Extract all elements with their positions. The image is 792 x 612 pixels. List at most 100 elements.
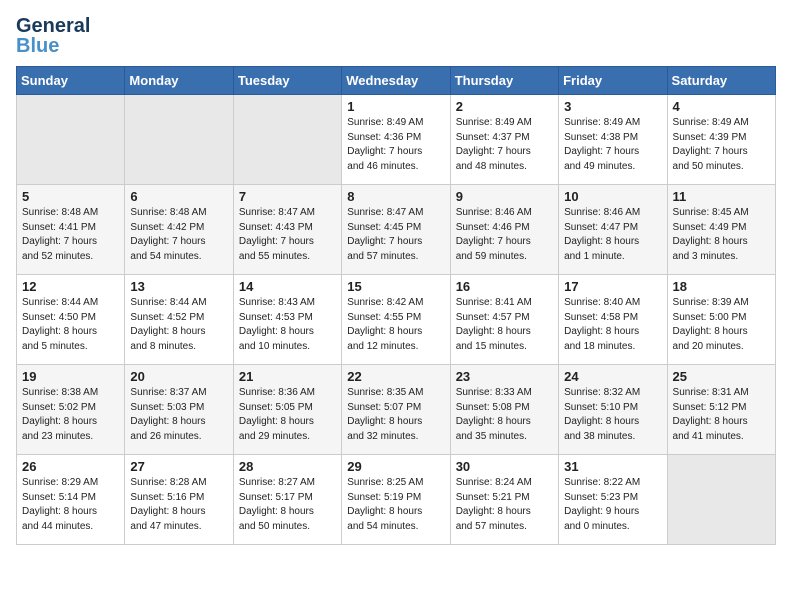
day-info: Sunrise: 8:29 AM Sunset: 5:14 PM Dayligh… (22, 476, 119, 534)
calendar-cell: 4 Sunrise: 8:49 AM Sunset: 4:39 PM Daylig… (667, 95, 775, 185)
day-number: 14 (239, 279, 336, 294)
calendar-cell: 20 Sunrise: 8:37 AM Sunset: 5:03 PM Dayli… (125, 365, 233, 455)
calendar-cell: 17 Sunrise: 8:40 AM Sunset: 4:58 PM Dayli… (559, 275, 667, 365)
day-info: Sunrise: 8:22 AM Sunset: 5:23 PM Dayligh… (564, 476, 661, 534)
day-info: Sunrise: 8:25 AM Sunset: 5:19 PM Dayligh… (347, 476, 444, 534)
day-info: Sunrise: 8:45 AM Sunset: 4:49 PM Dayligh… (673, 206, 770, 264)
calendar-cell (17, 95, 125, 185)
calendar-cell: 19 Sunrise: 8:38 AM Sunset: 5:02 PM Dayli… (17, 365, 125, 455)
day-number: 20 (130, 369, 227, 384)
calendar-cell: 3Sunrise: 8:49 AM Sunset: 4:38 PM Daylig… (559, 95, 667, 185)
calendar-cell: 22 Sunrise: 8:35 AM Sunset: 5:07 PM Dayli… (342, 365, 450, 455)
calendar-cell: 1 Sunrise: 8:49 AM Sunset: 4:36 PM Daylig… (342, 95, 450, 185)
day-info: Sunrise: 8:44 AM Sunset: 4:50 PM Dayligh… (22, 296, 119, 354)
day-info: Sunrise: 8:36 AM Sunset: 5:05 PM Dayligh… (239, 386, 336, 444)
calendar-cell: 18 Sunrise: 8:39 AM Sunset: 5:00 PM Dayli… (667, 275, 775, 365)
day-number: 28 (239, 459, 336, 474)
day-info: Sunrise: 8:44 AM Sunset: 4:52 PM Dayligh… (130, 296, 227, 354)
day-info: Sunrise: 8:28 AM Sunset: 5:16 PM Dayligh… (130, 476, 227, 534)
calendar-cell: 7 Sunrise: 8:47 AM Sunset: 4:43 PM Daylig… (233, 185, 341, 275)
day-info: Sunrise: 8:49 AM Sunset: 4:39 PM Dayligh… (673, 116, 770, 174)
day-number: 31 (564, 459, 661, 474)
day-number: 26 (22, 459, 119, 474)
calendar-cell (667, 455, 775, 545)
day-number: 18 (673, 279, 770, 294)
weekday-header-sunday: Sunday (17, 67, 125, 95)
day-number: 21 (239, 369, 336, 384)
day-info: Sunrise: 8:49 AM Sunset: 4:37 PM Dayligh… (456, 116, 553, 174)
day-number: 19 (22, 369, 119, 384)
day-info: Sunrise: 8:41 AM Sunset: 4:57 PM Dayligh… (456, 296, 553, 354)
calendar-cell: 8 Sunrise: 8:47 AM Sunset: 4:45 PM Daylig… (342, 185, 450, 275)
day-info: Sunrise: 8:48 AM Sunset: 4:41 PM Dayligh… (22, 206, 119, 264)
day-info: Sunrise: 8:46 AM Sunset: 4:47 PM Dayligh… (564, 206, 661, 264)
day-number: 1 (347, 99, 444, 114)
calendar-cell: 23 Sunrise: 8:33 AM Sunset: 5:08 PM Dayli… (450, 365, 558, 455)
calendar-cell: 10 Sunrise: 8:46 AM Sunset: 4:47 PM Dayli… (559, 185, 667, 275)
day-number: 2 (456, 99, 553, 114)
calendar-cell: 29Sunrise: 8:25 AM Sunset: 5:19 PM Dayli… (342, 455, 450, 545)
day-number: 11 (673, 189, 770, 204)
calendar-cell: 26 Sunrise: 8:29 AM Sunset: 5:14 PM Dayli… (17, 455, 125, 545)
calendar-cell: 5 Sunrise: 8:48 AM Sunset: 4:41 PM Daylig… (17, 185, 125, 275)
calendar-cell: 14 Sunrise: 8:43 AM Sunset: 4:53 PM Dayli… (233, 275, 341, 365)
day-info: Sunrise: 8:49 AM Sunset: 4:38 PM Dayligh… (564, 116, 661, 174)
day-number: 15 (347, 279, 444, 294)
weekday-header-tuesday: Tuesday (233, 67, 341, 95)
day-number: 4 (673, 99, 770, 114)
day-number: 24 (564, 369, 661, 384)
day-info: Sunrise: 8:39 AM Sunset: 5:00 PM Dayligh… (673, 296, 770, 354)
calendar-cell: 21 Sunrise: 8:36 AM Sunset: 5:05 PM Dayli… (233, 365, 341, 455)
calendar-cell: 31 Sunrise: 8:22 AM Sunset: 5:23 PM Dayli… (559, 455, 667, 545)
day-number: 7 (239, 189, 336, 204)
week-row-1: 1 Sunrise: 8:49 AM Sunset: 4:36 PM Daylig… (17, 95, 776, 185)
weekday-header-monday: Monday (125, 67, 233, 95)
day-number: 17 (564, 279, 661, 294)
page-header: General Blue (16, 16, 776, 54)
calendar-cell (233, 95, 341, 185)
calendar-cell: 15 Sunrise: 8:42 AM Sunset: 4:55 PM Dayli… (342, 275, 450, 365)
calendar-cell: 2 Sunrise: 8:49 AM Sunset: 4:37 PM Daylig… (450, 95, 558, 185)
day-info: Sunrise: 8:49 AM Sunset: 4:36 PM Dayligh… (347, 116, 444, 174)
day-info: Sunrise: 8:42 AM Sunset: 4:55 PM Dayligh… (347, 296, 444, 354)
day-number: 30 (456, 459, 553, 474)
calendar-cell: 13Sunrise: 8:44 AM Sunset: 4:52 PM Dayli… (125, 275, 233, 365)
day-number: 10 (564, 189, 661, 204)
day-info: Sunrise: 8:47 AM Sunset: 4:45 PM Dayligh… (347, 206, 444, 264)
calendar-cell: 27 Sunrise: 8:28 AM Sunset: 5:16 PM Dayli… (125, 455, 233, 545)
calendar-cell (125, 95, 233, 185)
day-number: 16 (456, 279, 553, 294)
week-row-3: 12 Sunrise: 8:44 AM Sunset: 4:50 PM Dayli… (17, 275, 776, 365)
day-number: 23 (456, 369, 553, 384)
day-number: 25 (673, 369, 770, 384)
day-info: Sunrise: 8:31 AM Sunset: 5:12 PM Dayligh… (673, 386, 770, 444)
day-number: 27 (130, 459, 227, 474)
day-number: 5 (22, 189, 119, 204)
calendar-cell: 25 Sunrise: 8:31 AM Sunset: 5:12 PM Dayli… (667, 365, 775, 455)
day-info: Sunrise: 8:24 AM Sunset: 5:21 PM Dayligh… (456, 476, 553, 534)
day-number: 22 (347, 369, 444, 384)
day-info: Sunrise: 8:47 AM Sunset: 4:43 PM Dayligh… (239, 206, 336, 264)
day-info: Sunrise: 8:43 AM Sunset: 4:53 PM Dayligh… (239, 296, 336, 354)
day-info: Sunrise: 8:27 AM Sunset: 5:17 PM Dayligh… (239, 476, 336, 534)
day-number: 8 (347, 189, 444, 204)
weekday-header-friday: Friday (559, 67, 667, 95)
day-info: Sunrise: 8:40 AM Sunset: 4:58 PM Dayligh… (564, 296, 661, 354)
day-number: 9 (456, 189, 553, 204)
weekday-header-row: SundayMondayTuesdayWednesdayThursdayFrid… (17, 67, 776, 95)
day-info: Sunrise: 8:35 AM Sunset: 5:07 PM Dayligh… (347, 386, 444, 444)
day-info: Sunrise: 8:33 AM Sunset: 5:08 PM Dayligh… (456, 386, 553, 444)
weekday-header-thursday: Thursday (450, 67, 558, 95)
calendar-cell: 28 Sunrise: 8:27 AM Sunset: 5:17 PM Dayli… (233, 455, 341, 545)
calendar-cell: 9Sunrise: 8:46 AM Sunset: 4:46 PM Daylig… (450, 185, 558, 275)
logo: General Blue (16, 16, 60, 54)
calendar-cell: 12 Sunrise: 8:44 AM Sunset: 4:50 PM Dayli… (17, 275, 125, 365)
calendar-cell: 6Sunrise: 8:48 AM Sunset: 4:42 PM Daylig… (125, 185, 233, 275)
day-info: Sunrise: 8:37 AM Sunset: 5:03 PM Dayligh… (130, 386, 227, 444)
calendar-cell: 16 Sunrise: 8:41 AM Sunset: 4:57 PM Dayli… (450, 275, 558, 365)
calendar-table: SundayMondayTuesdayWednesdayThursdayFrid… (16, 66, 776, 545)
weekday-header-saturday: Saturday (667, 67, 775, 95)
day-info: Sunrise: 8:38 AM Sunset: 5:02 PM Dayligh… (22, 386, 119, 444)
week-row-4: 19 Sunrise: 8:38 AM Sunset: 5:02 PM Dayli… (17, 365, 776, 455)
day-number: 12 (22, 279, 119, 294)
